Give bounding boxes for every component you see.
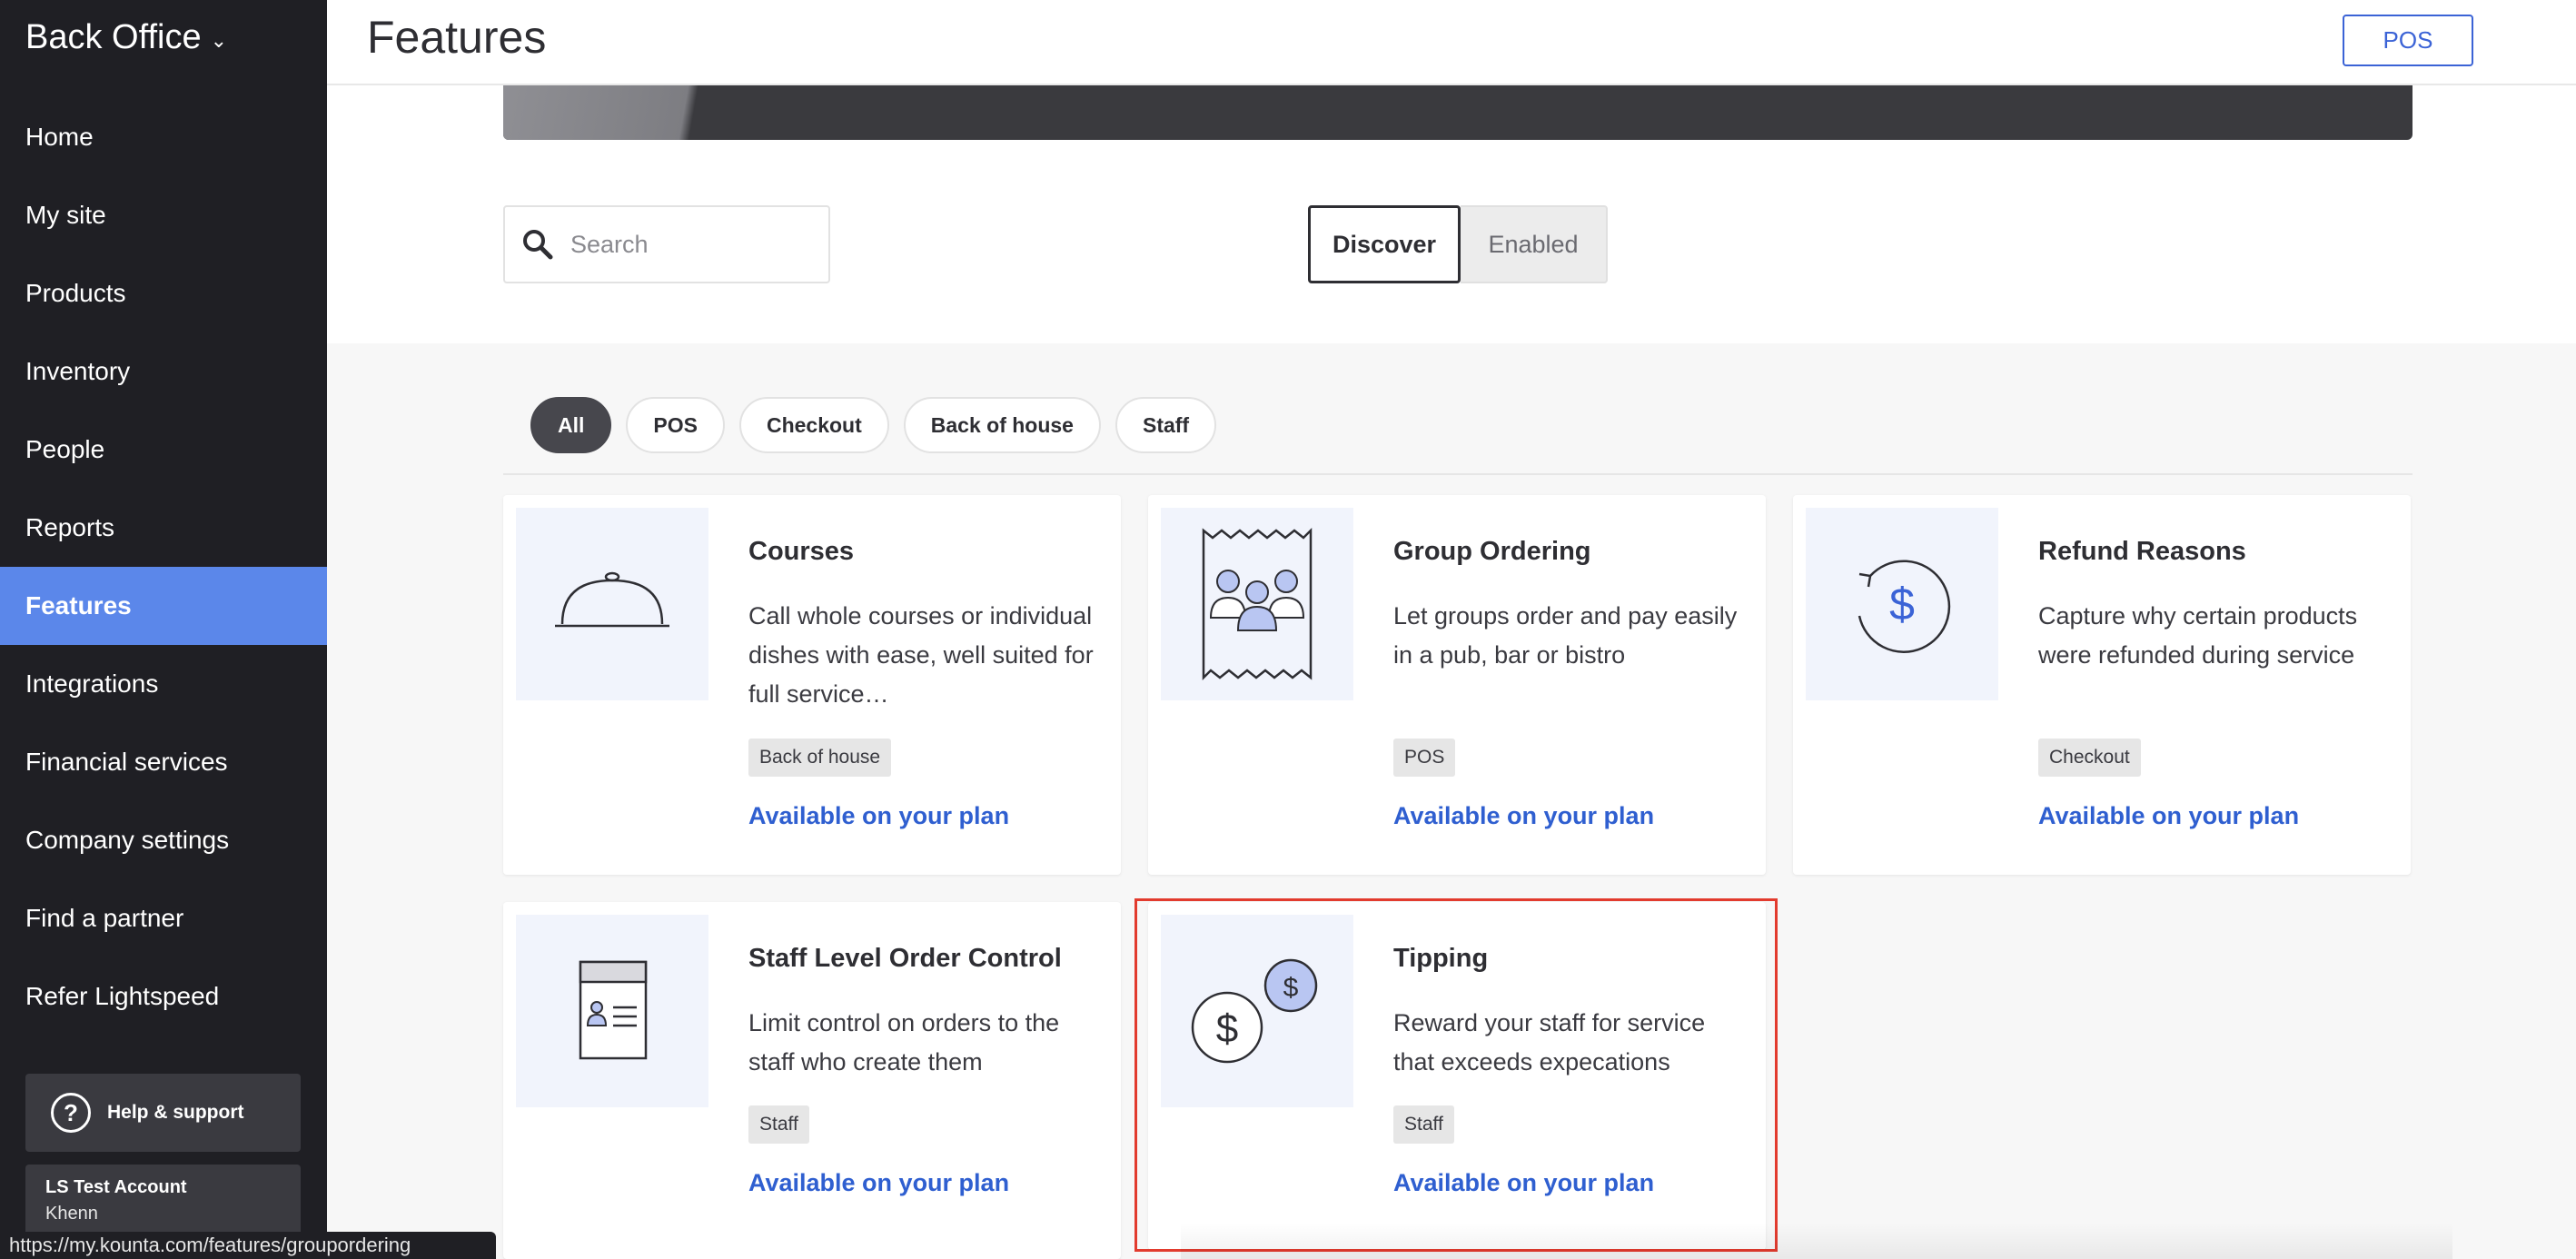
availability-link[interactable]: Available on your plan (1393, 802, 1654, 830)
back-office-menu[interactable]: Back Office ⌄ (25, 18, 227, 57)
staff-order-doc-icon (579, 960, 648, 1060)
card-title: Refund Reasons (2038, 537, 2246, 566)
feature-card-courses[interactable]: Courses Call whole courses or individual… (503, 495, 1121, 875)
card-tag: Staff (748, 1105, 809, 1144)
refund-reasons-thumbnail: $ (1806, 508, 1998, 700)
scroll-shadow (1181, 1223, 2452, 1259)
enabled-tab[interactable]: Enabled (1461, 205, 1608, 283)
sidebar-item-features[interactable]: Features (0, 567, 327, 645)
card-description: Limit control on orders to the staff who… (748, 1009, 1060, 1076)
card-tag: Checkout (2038, 739, 2141, 777)
filter-all[interactable]: All (530, 397, 612, 453)
feature-card-refund-reasons[interactable]: $ Refund Reasons Capture why certain pro… (1793, 495, 2411, 875)
discover-tab[interactable]: Discover (1308, 205, 1461, 283)
feature-card-group-ordering[interactable]: Group Ordering Let groups order and pay … (1148, 495, 1766, 875)
category-filters: All POS Checkout Back of house Staff (530, 397, 1217, 453)
filter-checkout[interactable]: Checkout (738, 397, 889, 453)
sidebar-nav: Home My site Products Inventory People R… (0, 98, 327, 1036)
sidebar: Back Office ⌄ Home My site Products Inve… (0, 0, 327, 1259)
account-name: LS Test Account (45, 1177, 187, 1197)
help-icon: ? (51, 1093, 91, 1133)
sidebar-item-my-site[interactable]: My site (0, 176, 327, 254)
group-receipt-icon (1202, 527, 1313, 681)
sidebar-item-integrations[interactable]: Integrations (0, 645, 327, 723)
pos-button[interactable]: POS (2343, 15, 2473, 66)
card-title: Courses (748, 537, 855, 566)
sidebar-item-financial-services[interactable]: Financial services (0, 723, 327, 801)
sidebar-item-inventory[interactable]: Inventory (0, 332, 327, 411)
banner-image (503, 85, 830, 140)
card-title: Group Ordering (1393, 537, 1591, 566)
card-tag: Back of house (748, 739, 892, 777)
courses-thumbnail (516, 508, 708, 700)
search-input[interactable] (570, 230, 807, 259)
card-description: Call whole courses or individual dishes … (748, 602, 1094, 708)
account-user: Khenn (45, 1204, 98, 1224)
view-toggle: Discover Enabled (1308, 205, 1608, 283)
features-top: Discover Enabled (327, 85, 2576, 343)
sidebar-item-find-a-partner[interactable]: Find a partner (0, 879, 327, 957)
hero-banner (503, 85, 2413, 140)
card-title: Staff Level Order Control (748, 944, 1062, 973)
page-header: Features POS (327, 0, 2576, 85)
group-ordering-thumbnail (1161, 508, 1353, 700)
feature-card-staff-level-order-control[interactable]: Staff Level Order Control Limit control … (503, 902, 1121, 1259)
card-tag: POS (1393, 739, 1456, 777)
availability-link[interactable]: Available on your plan (2038, 802, 2299, 830)
brand-label: Back Office (25, 18, 202, 56)
search-icon (523, 230, 553, 260)
svg-text:$: $ (1889, 579, 1915, 630)
card-description: Let groups order and pay easily in a pub… (1393, 602, 1738, 669)
sidebar-item-home[interactable]: Home (0, 98, 327, 176)
help-support-button[interactable]: ? Help & support (25, 1074, 301, 1152)
availability-link[interactable]: Available on your plan (748, 1169, 1009, 1197)
status-url: https://my.kounta.com/features/grouporde… (0, 1232, 496, 1259)
sidebar-item-refer-lightspeed[interactable]: Refer Lightspeed (0, 957, 327, 1036)
filter-divider (503, 473, 2413, 475)
filter-back-of-house[interactable]: Back of house (903, 397, 1101, 453)
chevron-down-icon: ⌄ (210, 28, 228, 52)
help-support-label: Help & support (107, 1102, 244, 1123)
page-title: Features (367, 12, 547, 63)
staff-order-control-thumbnail (516, 915, 708, 1107)
filter-staff[interactable]: Staff (1115, 397, 1217, 453)
availability-link[interactable]: Available on your plan (748, 802, 1009, 830)
card-description: Capture why certain products were refund… (2038, 602, 2358, 669)
cloche-icon (555, 571, 669, 628)
highlight-box (1134, 898, 1778, 1252)
sidebar-item-reports[interactable]: Reports (0, 489, 327, 567)
search-field[interactable] (503, 205, 830, 283)
refund-dollar-icon: $ (1858, 560, 1951, 653)
sidebar-item-people[interactable]: People (0, 411, 327, 489)
sidebar-item-products[interactable]: Products (0, 254, 327, 332)
sidebar-item-company-settings[interactable]: Company settings (0, 801, 327, 879)
filter-pos[interactable]: POS (626, 397, 725, 453)
